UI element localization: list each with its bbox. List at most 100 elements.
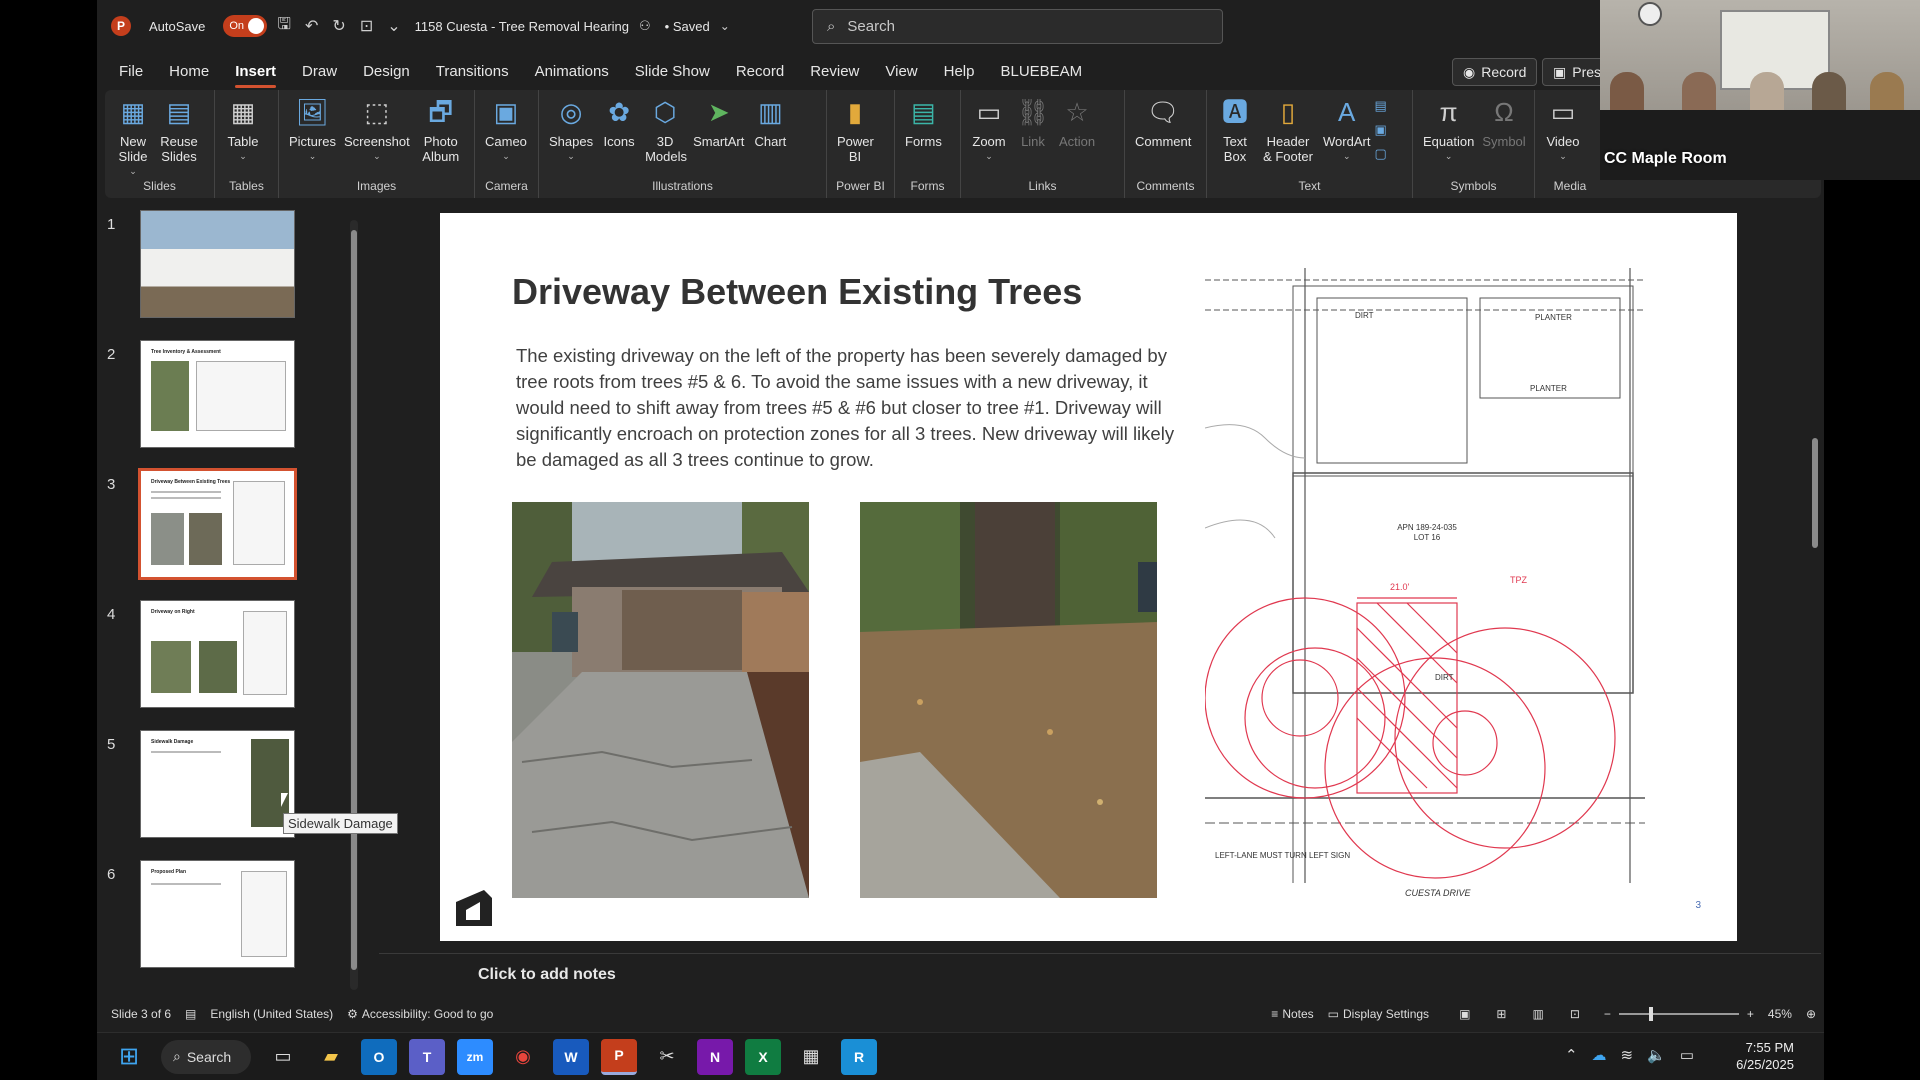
slide-thumbnail-3[interactable]: Driveway Between Existing Trees (138, 468, 297, 580)
tab-insert[interactable]: Insert (222, 54, 289, 90)
chart-button[interactable]: ▥ Chart (752, 94, 788, 150)
tab-record[interactable]: Record (723, 54, 797, 90)
thumbnail-row[interactable]: 3 Driveway Between Existing Trees (107, 468, 347, 580)
driveway-photo[interactable] (512, 502, 809, 898)
link-button[interactable]: ⛓ Link (1015, 94, 1051, 150)
redo-icon[interactable]: ↻ (332, 16, 345, 36)
thumbnail-row[interactable]: 1 (107, 210, 347, 320)
new-slide-button[interactable]: ▦ New Slide ⌄ (115, 94, 151, 179)
reading-view-icon[interactable]: ▥ (1532, 1007, 1543, 1021)
fit-slide-icon[interactable]: ⊕ (1806, 1007, 1816, 1021)
table-button[interactable]: ▦ Table ⌄ (225, 94, 261, 164)
photo-album-button[interactable]: 🗗 Photo Album (418, 94, 464, 165)
zoom-slider[interactable] (1618, 1007, 1739, 1021)
search-box[interactable]: ⌕ Search (812, 9, 1223, 44)
tab-bluebeam[interactable]: BLUEBEAM (987, 54, 1095, 90)
icons-button[interactable]: ✿ Icons (601, 94, 637, 150)
outlook-icon[interactable]: O (361, 1038, 397, 1075)
r-app-icon[interactable]: R (841, 1038, 877, 1075)
spelling-icon[interactable]: ▤ (185, 1007, 196, 1021)
tab-draw[interactable]: Draw (289, 54, 350, 90)
3d-models-button[interactable]: ⬡ 3D Models (645, 94, 687, 165)
slide-canvas[interactable]: Driveway Between Existing Trees The exis… (440, 213, 1737, 941)
action-button[interactable]: ☆ Action (1059, 94, 1095, 150)
site-plan-drawing[interactable]: APN 189-24-035 LOT 16 PLANTER PLANTER DI… (1204, 268, 1655, 913)
chevron-up-icon[interactable]: ⌃ (1565, 1046, 1578, 1064)
wifi-icon[interactable]: ≋ (1621, 1046, 1634, 1064)
onedrive-icon[interactable]: ☁ (1592, 1046, 1607, 1064)
thumbnail-row[interactable]: 6 Proposed Plan (107, 860, 347, 970)
notes-button[interactable]: Notes (1282, 1007, 1313, 1021)
object-icon[interactable]: ▢ (1374, 142, 1386, 166)
undo-icon[interactable]: ↶ (305, 16, 318, 36)
tree-roots-photo[interactable] (860, 502, 1157, 898)
slide-thumbnail-2[interactable]: Tree Inventory & Assessment (140, 340, 295, 448)
zoom-in-icon[interactable]: + (1747, 1007, 1754, 1021)
slide-thumbnail-4[interactable]: Driveway on Right (140, 600, 295, 708)
thumbnail-row[interactable]: 4 Driveway on Right (107, 600, 347, 710)
onenote-icon[interactable]: N (697, 1038, 733, 1075)
saved-status[interactable]: • Saved (665, 19, 710, 34)
comment-button[interactable]: 🗨 Comment (1135, 94, 1191, 150)
present-from-start-icon[interactable]: ⊡ (360, 16, 373, 36)
word-icon[interactable]: W (553, 1038, 589, 1075)
volume-icon[interactable]: 🔈 (1647, 1046, 1666, 1064)
clock[interactable]: 7:55 PM 6/25/2025 (1736, 1039, 1794, 1073)
calculator-icon[interactable]: ▦ (793, 1039, 829, 1075)
notes-pane[interactable]: Click to add notes (379, 953, 1821, 1000)
forms-button[interactable]: ▤ Forms (905, 94, 942, 150)
file-explorer-icon[interactable]: ▰ (313, 1039, 349, 1075)
language-indicator[interactable]: English (United States) (210, 1007, 333, 1021)
normal-view-icon[interactable]: ▣ (1459, 1007, 1470, 1021)
slide-number-icon[interactable]: ▣ (1374, 118, 1386, 142)
tab-animations[interactable]: Animations (522, 54, 622, 90)
snipping-tool-icon[interactable]: ✂ (649, 1039, 685, 1075)
teams-icon[interactable]: T (409, 1038, 445, 1075)
tab-transitions[interactable]: Transitions (423, 54, 522, 90)
tab-home[interactable]: Home (156, 54, 222, 90)
tab-help[interactable]: Help (931, 54, 988, 90)
customize-toolbar-icon[interactable]: ⌄ (387, 16, 400, 36)
autosave-toggle[interactable]: On (223, 15, 268, 37)
slide-thumbnail-5[interactable]: Sidewalk Damage (140, 730, 295, 838)
tab-view[interactable]: View (872, 54, 930, 90)
slide-indicator[interactable]: Slide 3 of 6 (111, 1007, 171, 1021)
tab-review[interactable]: Review (797, 54, 872, 90)
zoom-button[interactable]: ▭ Zoom ⌄ (971, 94, 1007, 164)
scrollbar-thumb[interactable] (1812, 438, 1818, 548)
pictures-button[interactable]: 🖼 Pictures ⌄ (289, 94, 336, 164)
date-time-icon[interactable]: ▤ (1374, 94, 1386, 118)
taskbar-search[interactable]: ⌕ Search (161, 1039, 251, 1074)
reuse-slides-button[interactable]: ▤ Reuse Slides (159, 94, 199, 165)
slide-body-text[interactable]: The existing driveway on the left of the… (516, 343, 1176, 473)
zoom-app-icon[interactable]: zm (457, 1038, 493, 1075)
powerpoint-taskbar-icon[interactable]: P (601, 1038, 637, 1075)
accessibility-status[interactable]: Accessibility: Good to go (362, 1007, 493, 1021)
equation-button[interactable]: π Equation ⌄ (1423, 94, 1474, 164)
windows-start-icon[interactable]: ⊞ (111, 1039, 147, 1075)
chevron-down-icon[interactable]: ⌄ (720, 19, 730, 33)
thumbnail-scrollbar[interactable] (350, 220, 358, 990)
smartart-button[interactable]: ➤ SmartArt (693, 94, 744, 150)
shapes-button[interactable]: ◎ Shapes ⌄ (549, 94, 593, 164)
thumbnail-row[interactable]: 2 Tree Inventory & Assessment (107, 340, 347, 450)
chrome-icon[interactable]: ◉ (505, 1039, 541, 1075)
video-button[interactable]: ▭ Video ⌄ (1545, 94, 1581, 164)
tab-file[interactable]: File (106, 54, 156, 90)
slide-scrollbar[interactable] (1809, 203, 1821, 933)
slide-thumbnail-6[interactable]: Proposed Plan (140, 860, 295, 968)
slide-sorter-icon[interactable]: ⊞ (1496, 1007, 1506, 1021)
display-settings-button[interactable]: Display Settings (1343, 1007, 1429, 1021)
document-title[interactable]: 1158 Cuesta - Tree Removal Hearing (415, 19, 629, 34)
screenshot-button[interactable]: ⬚ Screenshot ⌄ (344, 94, 410, 164)
zoom-out-icon[interactable]: − (1604, 1007, 1611, 1021)
slide-thumbnail-1[interactable] (140, 210, 295, 318)
tab-design[interactable]: Design (350, 54, 423, 90)
excel-icon[interactable]: X (745, 1038, 781, 1075)
save-icon[interactable]: 🖫 (277, 13, 291, 40)
text-box-button[interactable]: 🅰 Text Box (1217, 94, 1253, 165)
power-bi-button[interactable]: ▮ Power BI (837, 94, 874, 165)
scrollbar-thumb[interactable] (351, 230, 357, 970)
task-view-icon[interactable]: ▭ (265, 1039, 301, 1075)
header-footer-button[interactable]: ▯ Header & Footer (1261, 94, 1315, 165)
